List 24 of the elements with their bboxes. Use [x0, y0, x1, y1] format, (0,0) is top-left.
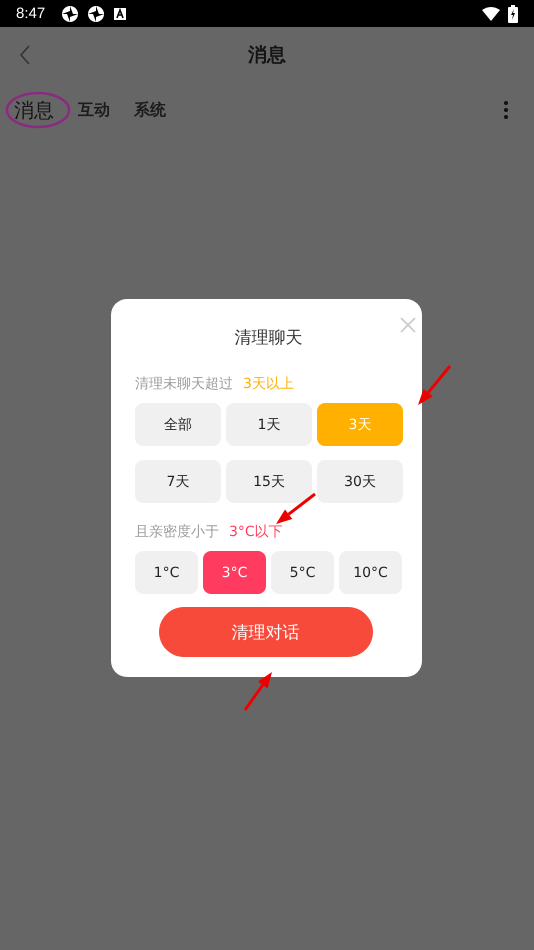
option-button[interactable]: 5°C [271, 551, 334, 594]
page-title: 消息 [248, 43, 286, 68]
filter-value: 3天以上 [243, 375, 294, 393]
option-button[interactable]: 1°C [135, 551, 198, 594]
option-button[interactable]: 15天 [226, 460, 312, 503]
filter-value: 3°C以下 [229, 523, 283, 541]
option-button[interactable]: 7天 [135, 460, 221, 503]
battery-icon [508, 4, 518, 22]
fan-icon [61, 4, 80, 22]
fan-icon [87, 4, 106, 22]
option-button[interactable]: 10°C [339, 551, 402, 594]
option-button[interactable]: 30天 [317, 460, 403, 503]
more-icon [504, 101, 508, 119]
dialog-title: 清理聊天 [234, 326, 302, 348]
wifi-icon [482, 6, 500, 20]
close-button[interactable] [400, 317, 416, 333]
filter-label: 且亲密度小于 [135, 523, 219, 541]
letter-square-icon [113, 6, 128, 20]
ellipse-annotation [5, 90, 71, 130]
filter-label: 清理未聊天超过 [135, 375, 233, 393]
option-button[interactable]: 1天 [226, 403, 312, 446]
option-button[interactable]: 全部 [135, 403, 221, 446]
status-time: 8:47 [16, 5, 46, 22]
back-icon [19, 45, 31, 65]
